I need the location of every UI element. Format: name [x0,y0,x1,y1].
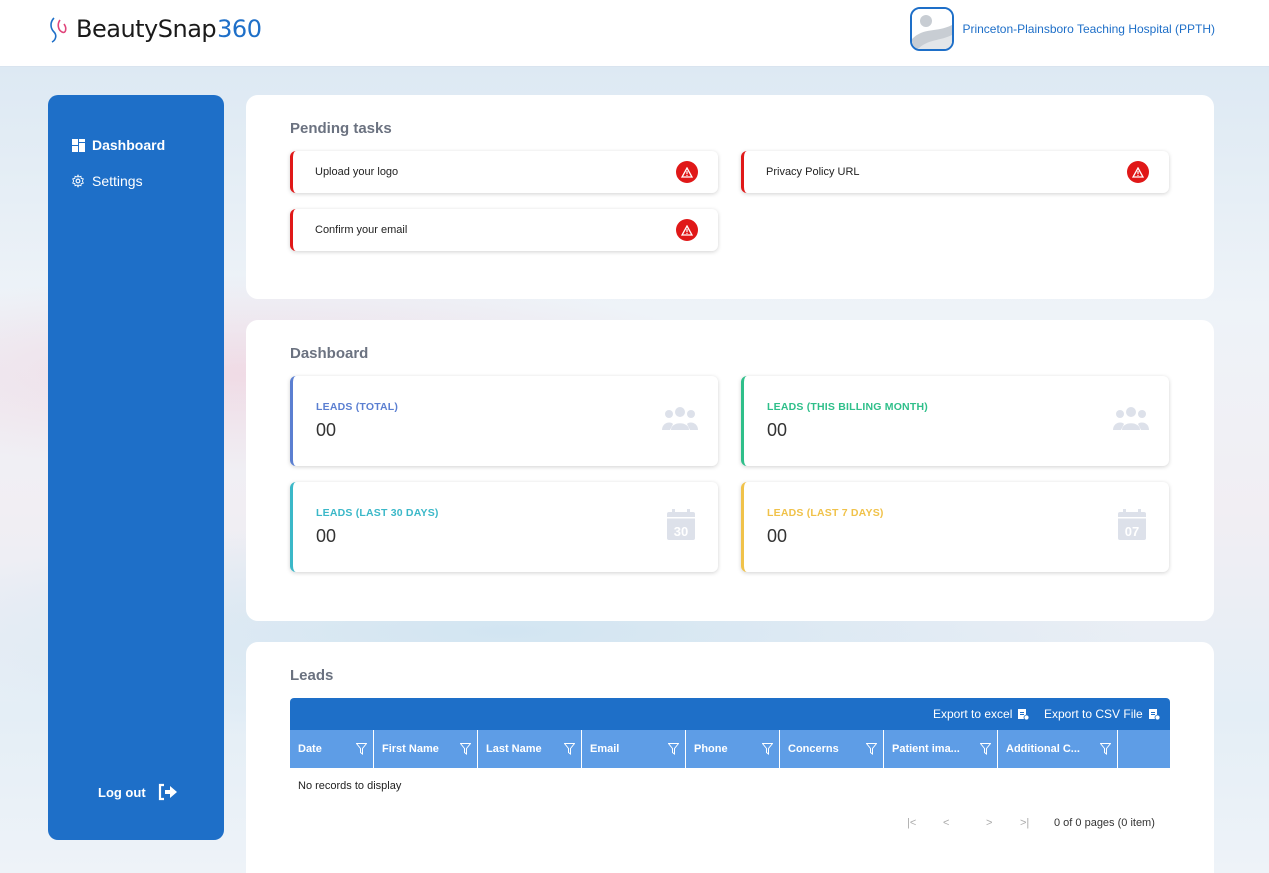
column-header-concerns[interactable]: Concerns [780,730,884,768]
svg-text:30: 30 [674,524,688,539]
stat-label: LEADS (LAST 30 DAYS) [316,507,439,519]
calendar-07-icon: 07 [1118,509,1146,540]
warning-triangle-icon [1127,161,1149,183]
filter-icon[interactable] [866,743,877,755]
stat-value: 00 [767,526,788,546]
stat-label: LEADS (THIS BILLING MONTH) [767,401,928,413]
top-header: BeautySnap360 Princeton-Plainsboro Teach… [0,0,1269,66]
export-file-icon [1148,708,1160,720]
stat-value: 00 [767,420,788,440]
filter-icon[interactable] [564,743,575,755]
dashboard-panel: Dashboard LEADS (TOTAL) 00 LEADS (THIS B… [246,320,1214,621]
stat-leads-total: LEADS (TOTAL) 00 [290,376,718,466]
logo-text: BeautySnap360 [76,15,262,43]
pending-tasks-panel: Pending tasks Upload your logo Privacy P… [246,95,1214,299]
stat-leads-last-30-days: LEADS (LAST 30 DAYS) 00 30 [290,482,718,572]
table-header: Date First Name Last Name Email Phone Co… [290,730,1170,768]
filter-icon[interactable] [1100,743,1111,755]
pager-first-button[interactable]: |< [907,817,916,829]
column-header-phone[interactable]: Phone [686,730,780,768]
task-label: Confirm your email [315,224,408,236]
export-excel-label: Export to excel [933,707,1013,721]
stat-leads-billing-month: LEADS (THIS BILLING MONTH) 00 [741,376,1169,466]
leads-panel: Leads Export to excel Export to CSV File… [246,642,1214,873]
org-avatar[interactable] [910,7,955,51]
task-label: Upload your logo [315,166,399,178]
column-header-additional-comments[interactable]: Additional C... [998,730,1118,768]
stat-leads-last-7-days: LEADS (LAST 7 DAYS) 00 07 [741,482,1169,572]
table-toolbar: Export to excel Export to CSV File [290,698,1170,730]
export-csv-button[interactable]: Export to CSV File [1044,707,1160,721]
filter-icon[interactable] [980,743,991,755]
warning-triangle-icon [676,219,698,241]
export-excel-button[interactable]: Export to excel [933,707,1030,721]
users-group-icon [662,407,698,430]
stat-value: 00 [316,420,337,440]
dashboard-title: Dashboard [290,345,369,362]
logout-label: Log out [98,784,146,800]
column-header-date[interactable]: Date [290,730,374,768]
users-group-icon [1113,407,1149,430]
task-label: Privacy Policy URL [766,166,860,178]
sidebar-item-label: Dashboard [92,137,166,153]
svg-text:07: 07 [1125,524,1139,539]
filter-icon[interactable] [356,743,367,755]
pager-info: 0 of 0 pages (0 item) [1054,817,1155,829]
filter-icon[interactable] [762,743,773,755]
pager-last-button[interactable]: >| [1020,817,1029,829]
pager-prev-button[interactable]: < [943,817,949,829]
stat-value: 00 [316,526,337,546]
export-csv-label: Export to CSV File [1044,707,1143,721]
pager-next-button[interactable]: > [986,817,992,829]
app-logo[interactable]: BeautySnap360 [48,12,262,46]
column-header-email[interactable]: Email [582,730,686,768]
image-placeholder-icon [912,9,953,49]
stat-label: LEADS (TOTAL) [316,401,399,413]
stat-label: LEADS (LAST 7 DAYS) [767,507,884,519]
leads-title: Leads [290,667,334,684]
dashboard-grid-icon [70,137,86,153]
column-header-patient-images[interactable]: Patient ima... [884,730,998,768]
organization-profile[interactable]: Princeton-Plainsboro Teaching Hospital (… [910,7,1215,51]
task-confirm-email[interactable]: Confirm your email [290,209,718,251]
filter-icon[interactable] [460,743,471,755]
export-file-icon [1018,708,1030,720]
gear-icon [70,173,86,189]
task-upload-logo[interactable]: Upload your logo [290,151,718,193]
column-header-first-name[interactable]: First Name [374,730,478,768]
task-privacy-policy-url[interactable]: Privacy Policy URL [741,151,1169,193]
warning-triangle-icon [676,161,698,183]
column-header-last-name[interactable]: Last Name [478,730,582,768]
column-header-spacer [1118,730,1170,768]
sidebar-item-dashboard[interactable]: Dashboard [70,137,165,153]
empty-table-message: No records to display [298,780,402,792]
calendar-30-icon: 30 [667,509,695,540]
filter-icon[interactable] [668,743,679,755]
logout-arrow-icon [158,783,177,801]
pending-tasks-title: Pending tasks [290,120,392,137]
sidebar: Dashboard Settings Log out [48,95,224,840]
sidebar-item-settings[interactable]: Settings [70,173,143,189]
sidebar-item-label: Settings [92,173,143,189]
logout-button[interactable]: Log out [98,783,178,801]
org-name[interactable]: Princeton-Plainsboro Teaching Hospital (… [962,22,1215,36]
logo-mark-icon [50,17,67,43]
